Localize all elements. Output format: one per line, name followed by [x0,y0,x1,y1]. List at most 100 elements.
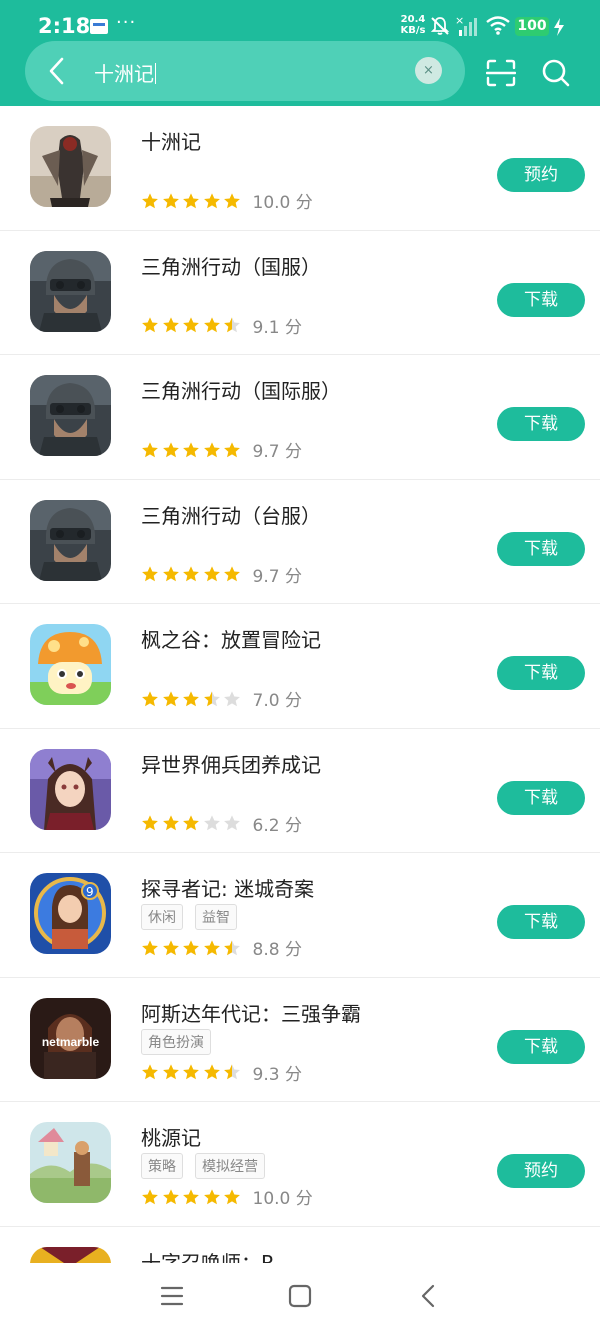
network-speed-unit: KB/s [400,25,426,36]
anime-girl-game-icon[interactable] [30,748,111,830]
star-icon [162,192,179,208]
download-button[interactable]: 下载 [497,656,585,690]
reserve-button[interactable]: 预约 [497,158,585,192]
download-button[interactable]: 下载 [497,531,585,566]
icon-brand-text: netmarble [41,1034,100,1049]
detective-woman-game-icon[interactable]: 9 [30,873,111,954]
app-list-item[interactable]: 三角洲行动（国际服） 9.7 分 下载 [0,355,600,480]
app-rating: 9.1 分 [141,313,302,338]
village-scene-game-icon[interactable] [30,1122,111,1203]
star-icon [224,690,240,706]
signal-icon: × [455,15,477,36]
app-score: 6.2 分 [252,815,302,836]
star-icon [203,939,220,955]
reserve-button[interactable]: 预约 [497,1154,585,1188]
app-score: 10.0 分 [252,1189,313,1209]
app-tags: 角色扮演 [141,1028,211,1055]
app-name[interactable]: 阿斯达年代记：三强争霸 [141,998,361,1027]
summoner-game-icon[interactable] [30,1246,111,1263]
app-list-item[interactable]: netmarble 阿斯达年代记：三强争霸 角色扮演 9.3 分 下载 [0,978,600,1102]
app-list-item[interactable]: 桃源记 策略 模拟经营 10.0 分 预约 [0,1102,600,1227]
svg-text:9: 9 [86,885,94,899]
app-name[interactable]: 枫之谷：放置冒险记 [141,624,321,653]
star-icon [162,1188,179,1204]
app-score: 9.7 分 [252,566,302,587]
scan-icon[interactable] [486,59,516,87]
back-arrow-icon[interactable] [45,56,69,86]
app-name[interactable]: 探寻者记: 迷城奇案 [141,873,314,902]
soldier-helmet-game-icon[interactable] [30,375,111,456]
app-list-item[interactable]: 十洲记 10.0 分 预约 [0,106,600,231]
soldier-helmet-game-icon[interactable] [30,499,111,581]
star-icon [203,690,220,706]
app-name[interactable]: 三角洲行动（国际服） [141,375,341,404]
star-icon [162,566,179,582]
app-name[interactable]: 十洲记 [141,126,201,155]
star-icon [183,690,199,706]
system-nav-bar [0,1263,600,1333]
search-icon[interactable] [541,58,571,88]
app-name[interactable]: 桃源记 [141,1122,201,1151]
download-button[interactable]: 下载 [497,905,585,939]
text-cursor [155,63,156,84]
app-list-item[interactable]: 三角洲行动（台服） 9.7 分 下载 [0,480,600,604]
svg-text:×: × [455,15,464,27]
bell-muted-icon [430,17,450,35]
download-button[interactable]: 下载 [497,407,585,441]
netmarble-warrior-game-icon[interactable]: netmarble [30,997,111,1079]
back-icon[interactable] [418,1283,438,1309]
app-score: 8.8 分 [252,940,302,960]
app-name[interactable]: 三角洲行动（台服） [141,500,321,529]
star-icon [183,1188,199,1204]
star-icon [203,815,220,831]
search-results-list[interactable]: 十洲记 10.0 分预约 三角洲行动（国服） 9.1 分下载 三角洲行动（国际服） 9.7… [0,106,600,1263]
star-icon [142,939,158,955]
search-bar[interactable] [25,41,465,101]
star-icon [162,441,179,457]
app-list-item[interactable]: 三角洲行动（国服） 9.1 分 下载 [0,231,600,355]
app-rating: 9.7 分 [141,437,302,462]
mushroom-character-game-icon[interactable] [30,624,111,705]
app-rating: 6.2 分 [141,811,302,836]
star-icon [224,441,240,457]
app-tag: 休闲 [141,904,183,930]
star-icon [142,1188,158,1204]
status-time: 2:18 [38,14,91,38]
star-icon [142,815,158,831]
app-name[interactable]: 十字召唤师：R [141,1247,275,1264]
clear-search-button[interactable]: × [415,57,442,84]
app-list-item[interactable]: 9 探寻者记: 迷城奇案 休闲 益智 8.8 分 下载 [0,853,600,978]
app-score: 9.1 分 [252,317,302,338]
app-tag: 模拟经营 [195,1153,265,1179]
star-icon [203,1188,220,1204]
download-button[interactable]: 下载 [497,780,585,815]
app-list-item[interactable]: 异世界佣兵团养成记 6.2 分 下载 [0,729,600,853]
star-icon [224,317,240,333]
star-icon [203,1064,220,1080]
charging-icon [554,18,564,36]
app-name[interactable]: 异世界佣兵团养成记 [141,749,321,778]
star-icon [203,192,220,208]
app-tag: 角色扮演 [141,1028,211,1055]
star-icon [183,566,199,582]
star-icon [224,192,240,208]
star-icon [162,690,179,706]
download-button[interactable]: 下载 [497,282,585,317]
app-score: 9.3 分 [252,1064,302,1085]
app-score: 10.0 分 [252,193,313,213]
search-input[interactable]: 十洲记 [94,58,156,87]
star-icon [224,815,240,831]
app-list-item[interactable]: 十字召唤师：R [0,1227,600,1264]
download-button[interactable]: 下载 [497,1029,585,1064]
dark-figure-game-icon[interactable] [30,126,111,207]
app-name[interactable]: 三角洲行动（国服） [141,251,321,280]
soldier-helmet-game-icon[interactable] [30,250,111,332]
home-icon[interactable] [287,1283,313,1309]
star-icon [162,939,179,955]
app-list-item[interactable]: 枫之谷：放置冒险记 7.0 分 下载 [0,604,600,729]
app-rating: 7.0 分 [141,686,302,711]
star-icon [203,317,220,333]
star-icon [142,317,158,333]
menu-icon[interactable] [160,1284,184,1308]
star-icon [183,939,199,955]
